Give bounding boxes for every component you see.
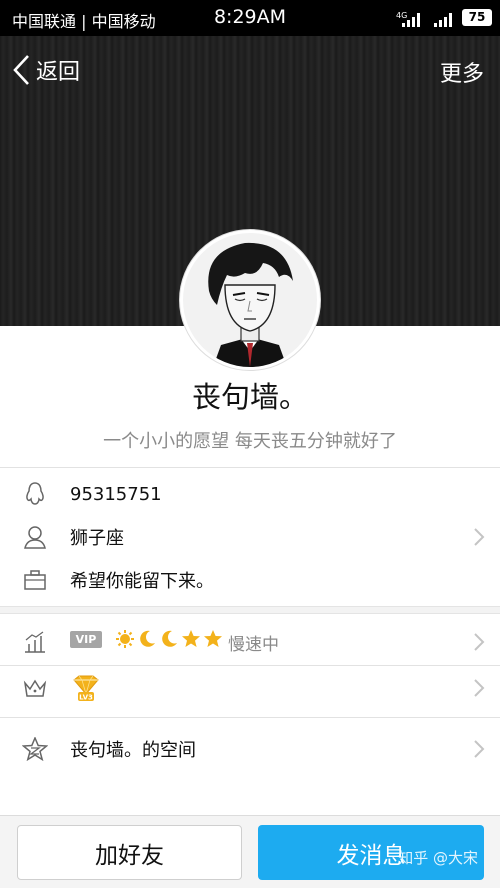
- profile-signature: 一个小小的愿望 每天丧五分钟就好了: [103, 431, 397, 452]
- send-message-button[interactable]: 发消息 知乎 @大宋: [258, 825, 484, 880]
- badge-level-label: LV3: [79, 694, 93, 702]
- back-label: 返回: [36, 60, 81, 85]
- gem-icon: LV3: [73, 675, 99, 702]
- signal-icon: [434, 13, 452, 27]
- back-button[interactable]: 返回: [12, 52, 80, 88]
- network-type-label: 4G: [396, 11, 407, 20]
- watermark: 知乎 @大宋: [398, 849, 478, 867]
- chevron-right-icon: [474, 528, 485, 546]
- level-chart-icon: [22, 629, 48, 655]
- person-icon: [22, 524, 48, 550]
- crown-icon: [22, 675, 48, 701]
- badge-row[interactable]: LV3: [0, 666, 500, 710]
- qq-number: 95315751: [70, 483, 162, 505]
- qq-number-row: 95315751: [0, 472, 500, 516]
- zodiac-sign: 狮子座: [70, 528, 124, 549]
- divider: [0, 717, 500, 718]
- level-row[interactable]: VIP 慢速中: [0, 620, 500, 664]
- vip-badge: VIP: [70, 631, 102, 648]
- profile-name: 丧句墙。: [191, 380, 308, 414]
- bottom-action-bar: 加好友 发消息 知乎 @大宋: [0, 815, 500, 888]
- speed-status: 慢速中: [228, 634, 279, 655]
- sun-icon: [116, 630, 134, 648]
- chevron-right-icon: [474, 679, 485, 697]
- chevron-left-icon: [13, 55, 29, 85]
- divider: [0, 467, 500, 468]
- chevron-right-icon: [474, 633, 485, 651]
- level-icons: [115, 629, 223, 649]
- space-link-label: 丧句墙。的空间: [70, 740, 196, 761]
- star-icon: [204, 630, 222, 647]
- zodiac-row[interactable]: 狮子座: [0, 515, 500, 559]
- battery-indicator: 75: [462, 9, 492, 26]
- more-button[interactable]: 更多: [440, 56, 484, 88]
- note-row: 希望你能留下来。: [0, 558, 500, 602]
- status-bar: 中国联通 | 中国移动 8:29AM 4G 75: [0, 0, 500, 36]
- add-friend-button[interactable]: 加好友: [17, 825, 242, 880]
- chevron-right-icon: [474, 740, 485, 758]
- personal-note: 希望你能留下来。: [70, 571, 214, 592]
- section-divider: [0, 606, 500, 614]
- penguin-icon: [22, 481, 48, 507]
- space-row[interactable]: 丧句墙。的空间: [0, 727, 500, 771]
- moon-icon: [140, 630, 155, 647]
- avatar[interactable]: [180, 230, 320, 370]
- qzone-star-icon: [22, 736, 48, 762]
- send-message-label: 发消息: [336, 842, 406, 869]
- avatar-portrait: [183, 233, 317, 367]
- star-icon: [182, 630, 200, 647]
- signal-4g-icon: 4G: [396, 11, 420, 27]
- moon-icon: [162, 630, 177, 647]
- briefcase-icon: [22, 567, 48, 593]
